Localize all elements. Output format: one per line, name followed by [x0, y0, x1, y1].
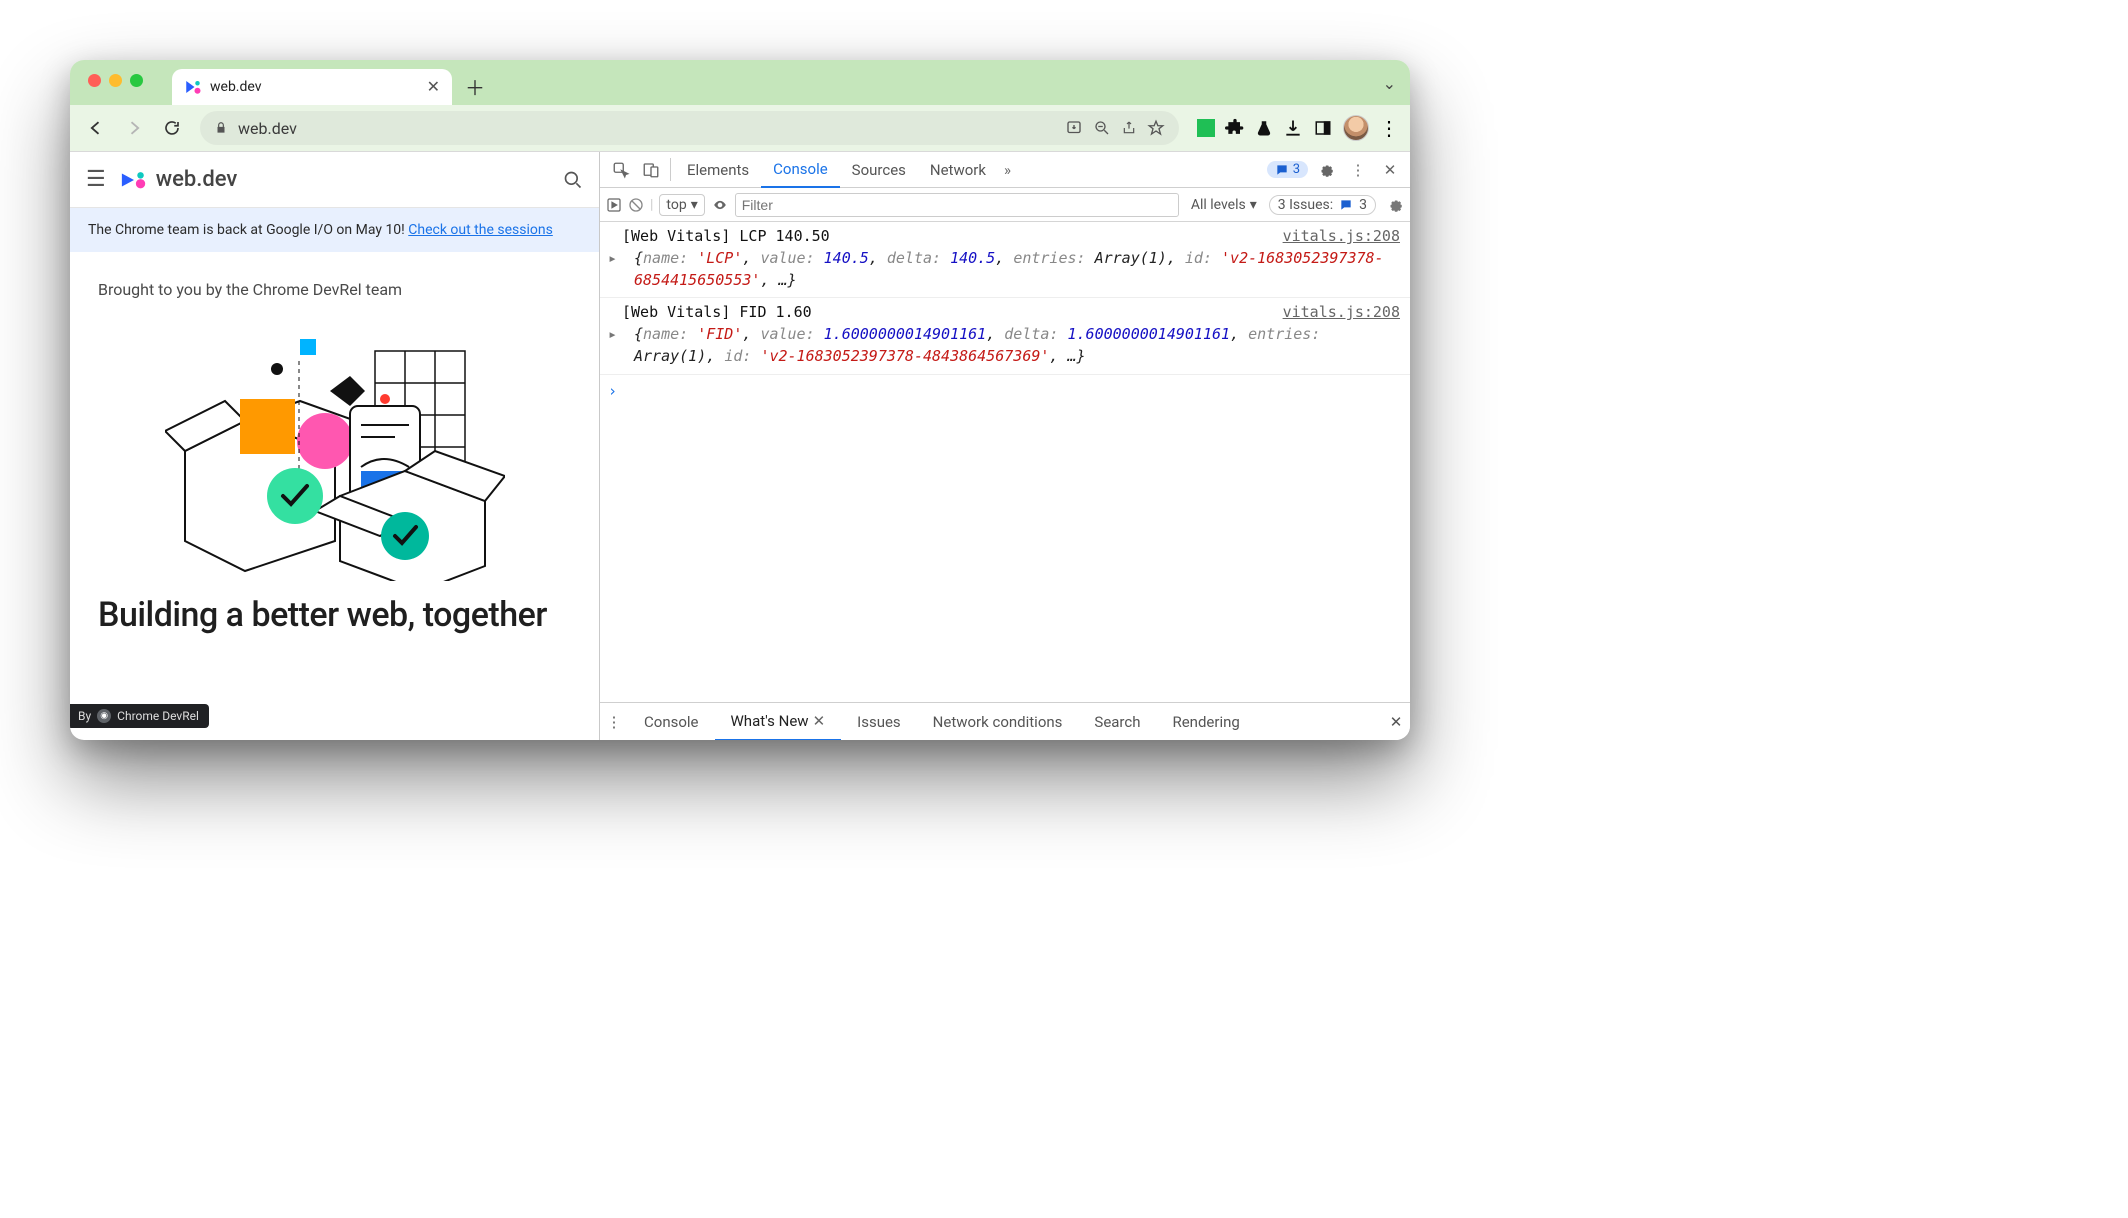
content-area: ☰ web.dev The Chrome team is back at Goo… — [70, 152, 1410, 740]
hero-section: Brought to you by the Chrome DevRel team — [70, 252, 599, 635]
tab-favicon — [184, 78, 202, 96]
gear-icon[interactable] — [1312, 161, 1340, 179]
chrome-logo-icon: ◉ — [97, 709, 111, 723]
close-devtools-icon[interactable]: ✕ — [1376, 161, 1404, 179]
download-icon[interactable] — [1283, 118, 1303, 138]
new-tab-button[interactable]: ＋ — [460, 71, 490, 101]
eye-icon[interactable] — [711, 198, 729, 212]
omnibox-text: web.dev — [238, 119, 297, 138]
console-toolbar: | top ▾ All levels ▾ 3 Issues: 3 — [600, 188, 1410, 222]
clear-console-icon[interactable] — [628, 197, 644, 213]
hamburger-icon[interactable]: ☰ — [86, 167, 106, 192]
fullscreen-window-icon[interactable] — [130, 74, 143, 87]
close-drawer-icon[interactable]: ✕ — [1382, 703, 1410, 740]
lock-icon — [214, 121, 228, 135]
log-level-selector[interactable]: All levels ▾ — [1185, 195, 1263, 215]
context-label: top — [666, 197, 686, 213]
tab-elements[interactable]: Elements — [675, 152, 761, 187]
reload-icon[interactable] — [156, 112, 188, 144]
browser-window: web.dev ✕ ＋ ⌄ web.dev — [70, 60, 1410, 740]
star-icon[interactable] — [1147, 119, 1165, 137]
tab-network[interactable]: Network — [918, 152, 998, 187]
devtools-panel: Elements Console Sources Network » 3 ⋮ ✕ — [600, 152, 1410, 740]
tab-sources[interactable]: Sources — [840, 152, 918, 187]
badge-by: By — [78, 709, 91, 723]
brand-text: web.dev — [156, 167, 238, 192]
chevron-down-icon[interactable]: ⌄ — [1383, 74, 1396, 93]
browser-toolbar: web.dev ⋮ — [70, 105, 1410, 152]
drawer-tab-network-conditions[interactable]: Network conditions — [917, 703, 1079, 740]
kebab-icon[interactable]: ⋮ — [1379, 116, 1400, 140]
banner-text: The Chrome team is back at Google I/O on… — [88, 222, 408, 238]
levels-label: All levels — [1191, 197, 1246, 213]
chevron-down-icon: ▾ — [1250, 197, 1257, 213]
site-header: ☰ web.dev — [70, 152, 599, 208]
devtools-drawer-tabs: ⋮ Console What's New ✕ Issues Network co… — [600, 702, 1410, 740]
search-icon[interactable] — [563, 170, 583, 190]
drawer-tab-console[interactable]: Console — [628, 703, 715, 740]
issues-badge[interactable]: 3 Issues: 3 — [1269, 195, 1376, 215]
console-log-entry[interactable]: vitals.js:208 [Web Vitals] LCP 140.50 {n… — [600, 222, 1410, 298]
browser-tab[interactable]: web.dev ✕ — [172, 69, 452, 105]
chevron-down-icon: ▾ — [691, 197, 698, 213]
minimize-window-icon[interactable] — [109, 74, 122, 87]
gear-icon[interactable] — [1386, 196, 1404, 214]
message-count-badge[interactable]: 3 — [1267, 161, 1308, 178]
console-log-entry[interactable]: vitals.js:208 [Web Vitals] FID 1.60 {nam… — [600, 298, 1410, 374]
issues-count: 3 — [1359, 197, 1367, 213]
tab-strip: web.dev ✕ ＋ ⌄ — [70, 60, 1410, 105]
issues-prefix: 3 Issues: — [1278, 197, 1333, 213]
console-output[interactable]: vitals.js:208 [Web Vitals] LCP 140.50 {n… — [600, 222, 1410, 702]
tab-console[interactable]: Console — [761, 152, 840, 188]
drawer-tab-whatsnew[interactable]: What's New ✕ — [715, 703, 842, 740]
banner-link[interactable]: Check out the sessions — [408, 222, 553, 238]
badge-name: Chrome DevRel — [117, 709, 199, 723]
announcement-banner: The Chrome team is back at Google I/O on… — [70, 208, 599, 252]
toolbar-right: ⋮ — [1191, 115, 1400, 141]
drawer-tab-issues[interactable]: Issues — [841, 703, 917, 740]
puzzle-icon[interactable] — [1225, 118, 1245, 138]
hero-heading: Building a better web, together — [98, 595, 571, 635]
zoom-out-icon[interactable] — [1093, 119, 1111, 137]
devtools-tabbar: Elements Console Sources Network » 3 ⋮ ✕ — [600, 152, 1410, 188]
back-icon[interactable] — [80, 112, 112, 144]
close-icon[interactable]: ✕ — [813, 712, 826, 730]
tabs-overflow-icon[interactable]: » — [1004, 152, 1011, 187]
brand-logo-icon — [120, 170, 148, 190]
drawer-kebab-icon[interactable]: ⋮ — [600, 703, 628, 740]
play-context-icon[interactable] — [606, 197, 622, 213]
log-object[interactable]: {name: 'LCP', value: 140.5, delta: 140.5… — [622, 248, 1402, 292]
close-tab-icon[interactable]: ✕ — [427, 77, 440, 97]
flask-icon[interactable] — [1255, 118, 1273, 138]
log-object[interactable]: {name: 'FID', value: 1.6000000014901161,… — [622, 324, 1402, 368]
tab-title: web.dev — [210, 79, 262, 95]
drawer-tab-search[interactable]: Search — [1078, 703, 1156, 740]
kicker-text: Brought to you by the Chrome DevRel team — [98, 280, 571, 299]
message-count: 3 — [1293, 162, 1300, 177]
context-selector[interactable]: top ▾ — [659, 194, 704, 216]
omnibox[interactable]: web.dev — [200, 111, 1179, 145]
profile-avatar[interactable] — [1343, 115, 1369, 141]
site-brand[interactable]: web.dev — [120, 167, 238, 192]
window-controls — [88, 74, 143, 87]
close-window-icon[interactable] — [88, 74, 101, 87]
install-app-icon[interactable] — [1065, 119, 1083, 137]
panel-icon[interactable] — [1313, 119, 1333, 137]
drawer-tab-rendering[interactable]: Rendering — [1156, 703, 1255, 740]
forward-icon[interactable] — [118, 112, 150, 144]
device-toggle-icon[interactable] — [636, 152, 666, 187]
webpage-viewport: ☰ web.dev The Chrome team is back at Goo… — [70, 152, 600, 740]
filter-input[interactable] — [735, 193, 1179, 217]
log-source-link[interactable]: vitals.js:208 — [1283, 226, 1400, 248]
extension-square-icon[interactable] — [1197, 119, 1215, 137]
hero-illustration — [165, 321, 505, 581]
share-icon[interactable] — [1121, 119, 1137, 137]
log-source-link[interactable]: vitals.js:208 — [1283, 302, 1400, 324]
kebab-icon[interactable]: ⋮ — [1344, 161, 1372, 179]
attribution-badge[interactable]: By ◉ Chrome DevRel — [70, 704, 209, 728]
inspect-icon[interactable] — [606, 152, 636, 187]
console-prompt[interactable]: › — [600, 375, 1410, 409]
